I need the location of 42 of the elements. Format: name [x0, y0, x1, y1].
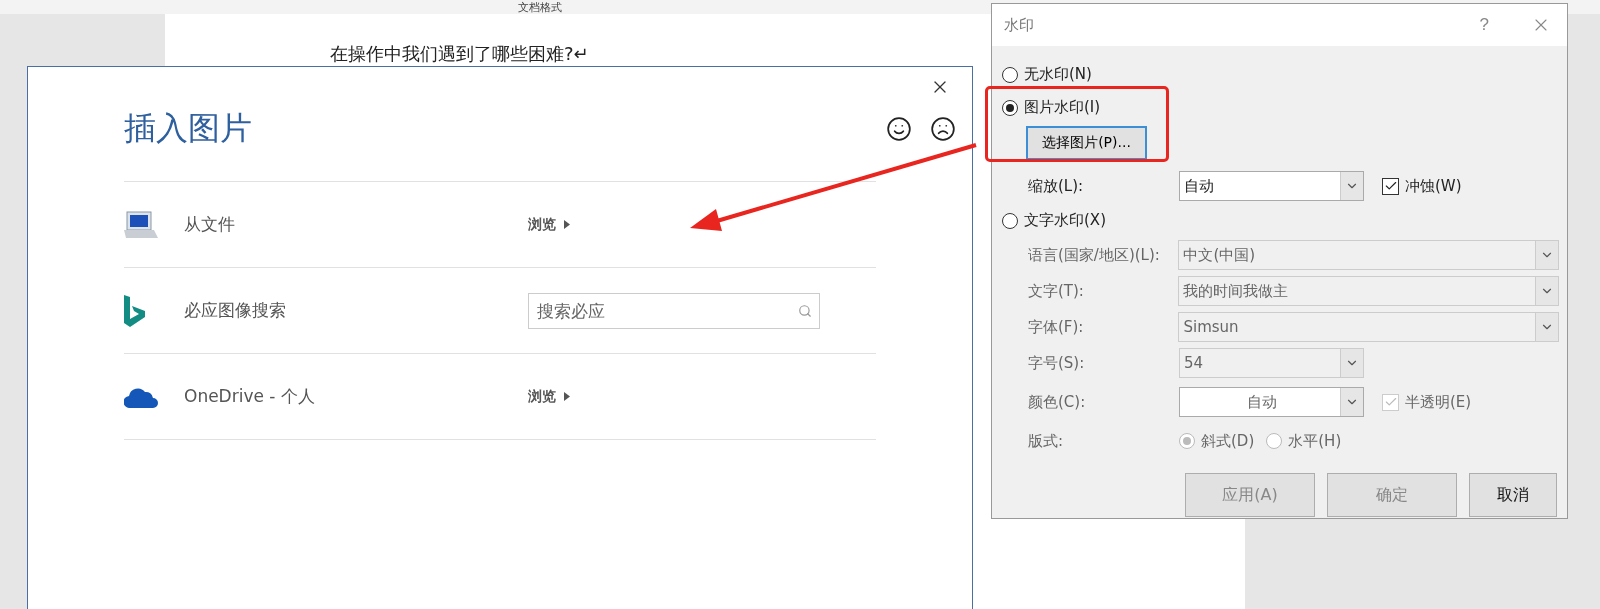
field-label: 语言(国家/地区)(L): [1028, 245, 1161, 265]
dropdown-field[interactable]: 我的时间我做主 [1178, 276, 1559, 306]
field-label: 字号(S): [1028, 353, 1086, 373]
field-label: 版式: [1028, 431, 1065, 451]
radio-option[interactable]: 水平(H) [1266, 424, 1342, 458]
check-icon [1383, 395, 1398, 409]
source-label: 从文件 [184, 213, 236, 236]
color-select[interactable]: 自动 [1179, 387, 1364, 417]
radio-option[interactable]: 图片水印(I) [1002, 91, 1559, 124]
field-label: 颜色(C): [1028, 392, 1087, 412]
document-title: 文档格式 [518, 2, 562, 14]
smile-icon[interactable] [886, 116, 912, 142]
source-label: OneDrive - 个人 [184, 385, 316, 408]
frown-icon[interactable] [930, 116, 956, 142]
help-button[interactable]: ? [1479, 15, 1489, 35]
dialog-title: 水印 [1004, 15, 1035, 35]
dialog-title: 插入图片 [124, 108, 252, 149]
triangle-icon [564, 392, 570, 401]
radio-option[interactable]: 无水印(N) [1002, 58, 1559, 91]
dropdown-field[interactable]: Simsun [1178, 312, 1559, 342]
cloud-icon [124, 385, 158, 408]
washout-checkbox[interactable]: 冲蚀(W) [1382, 176, 1462, 196]
radio-option[interactable]: 文字水印(X) [1002, 204, 1559, 237]
field-label: 文字(T): [1028, 281, 1085, 301]
radio-option[interactable]: 斜式(D) [1179, 424, 1255, 458]
bing-logo-icon [124, 294, 146, 327]
field-label: 缩放(L): [1028, 176, 1085, 196]
search-field[interactable]: 搜索必应 [528, 292, 820, 329]
field-label: 字体(F): [1028, 317, 1085, 337]
dialog-button[interactable]: 取消 [1469, 473, 1557, 517]
check-icon [1383, 179, 1398, 193]
browse-link[interactable]: 浏览 [528, 387, 570, 406]
source-label: 必应图像搜索 [184, 299, 287, 322]
semi-transparent-checkbox[interactable]: 半透明(E) [1382, 392, 1472, 412]
triangle-icon [564, 220, 570, 229]
scale-select[interactable]: 自动 [1179, 171, 1364, 201]
dropdown-field[interactable]: 中文(中国) [1178, 240, 1559, 270]
browse-link[interactable]: 浏览 [528, 215, 570, 234]
select-picture-button[interactable]: 选择图片(P)... [1026, 126, 1147, 160]
monitor-icon [124, 209, 158, 240]
document-text: 在操作中我们遇到了哪些困难?↵ [330, 42, 590, 66]
dropdown-field[interactable]: 54 [1179, 348, 1364, 378]
